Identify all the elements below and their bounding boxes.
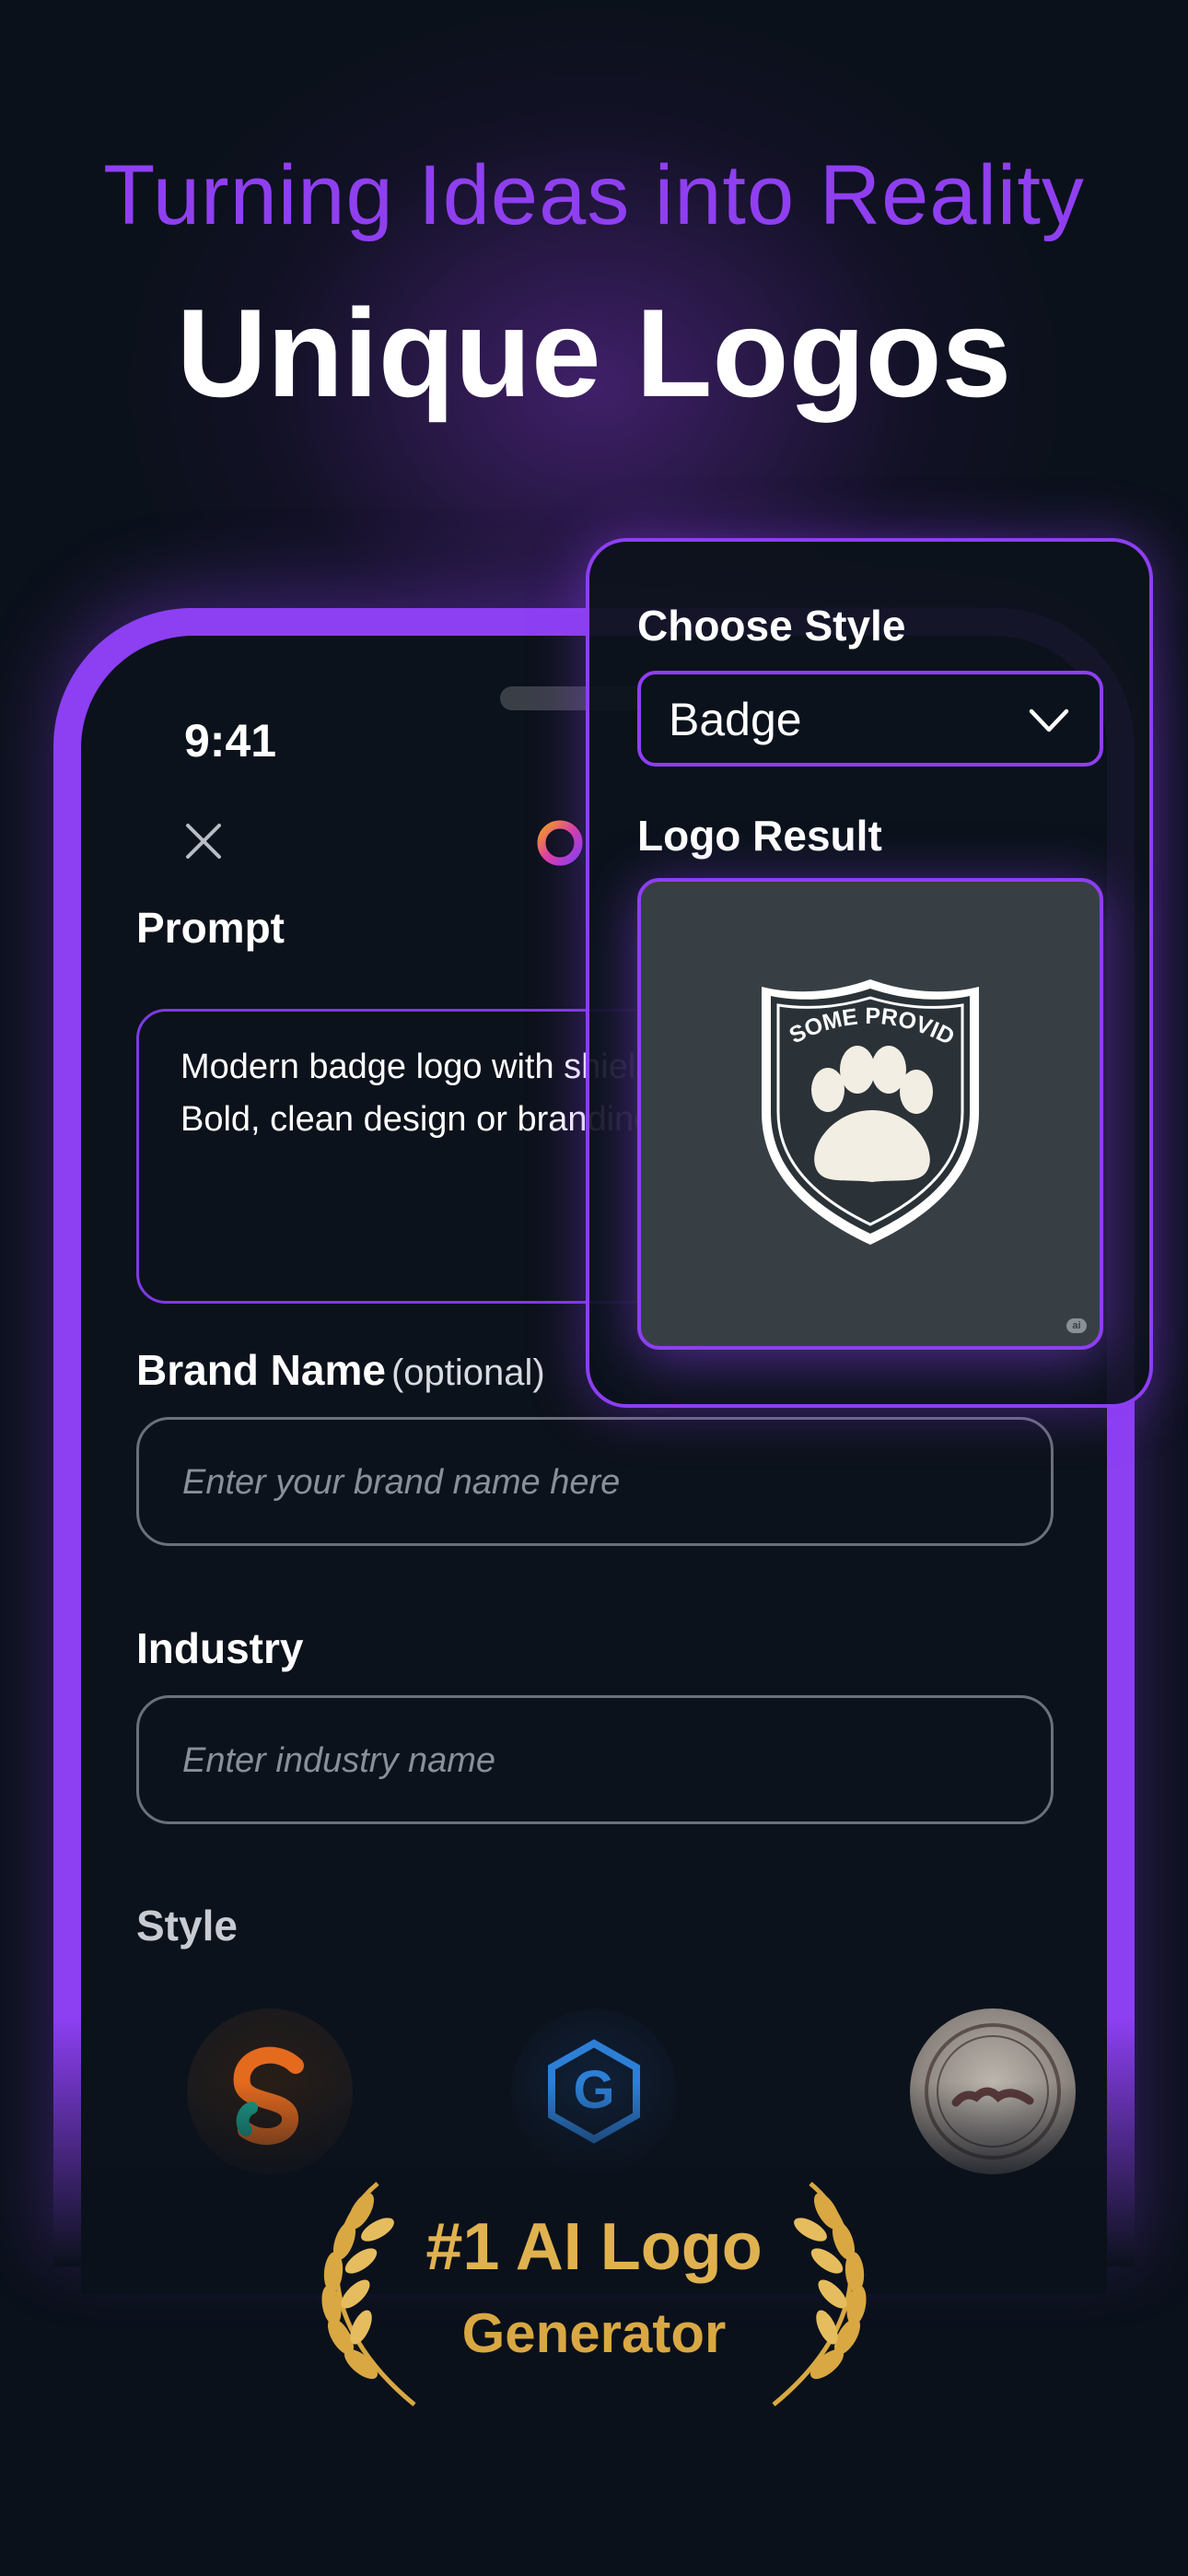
award-subtitle: Generator (461, 2302, 727, 2364)
style-label: Style (136, 1902, 238, 1950)
hero-tagline: Turning Ideas into Reality (103, 148, 1085, 242)
prompt-label: Prompt (136, 904, 285, 952)
brand-name-input[interactable] (181, 1420, 1013, 1545)
close-icon[interactable] (182, 820, 225, 862)
app-logo-icon (537, 820, 583, 866)
brand-name-field[interactable] (136, 1417, 1054, 1546)
logo-result-preview[interactable]: PAWSOME PROVIDERS ai (637, 878, 1103, 1350)
logo-result-label: Logo Result (637, 812, 882, 860)
chevron-down-icon (1029, 708, 1069, 732)
paw-badge-logo: PAWSOME PROVIDERS (754, 974, 979, 1245)
brand-name-label-text: Brand Name (136, 1346, 386, 1394)
style-select[interactable]: Badge (637, 671, 1103, 767)
hero-headline: Unique Logos (176, 283, 1012, 423)
brand-name-label: Brand Name (optional) (136, 1345, 545, 1395)
ai-watermark-icon: ai (1066, 1318, 1087, 1333)
status-time: 9:41 (184, 715, 277, 767)
style-select-value: Badge (669, 694, 802, 745)
industry-label: Industry (136, 1624, 304, 1672)
award-badge: #1 AI Logo Generator (276, 2174, 912, 2414)
choose-style-label: Choose Style (637, 602, 906, 650)
style-result-card: Choose Style Badge Logo Result PAWSOME P… (586, 538, 1153, 1408)
optional-tag: (optional) (390, 1352, 545, 1393)
industry-input[interactable] (181, 1698, 1013, 1823)
industry-field[interactable] (136, 1695, 1054, 1824)
award-title: #1 AI Logo (425, 2210, 763, 2284)
